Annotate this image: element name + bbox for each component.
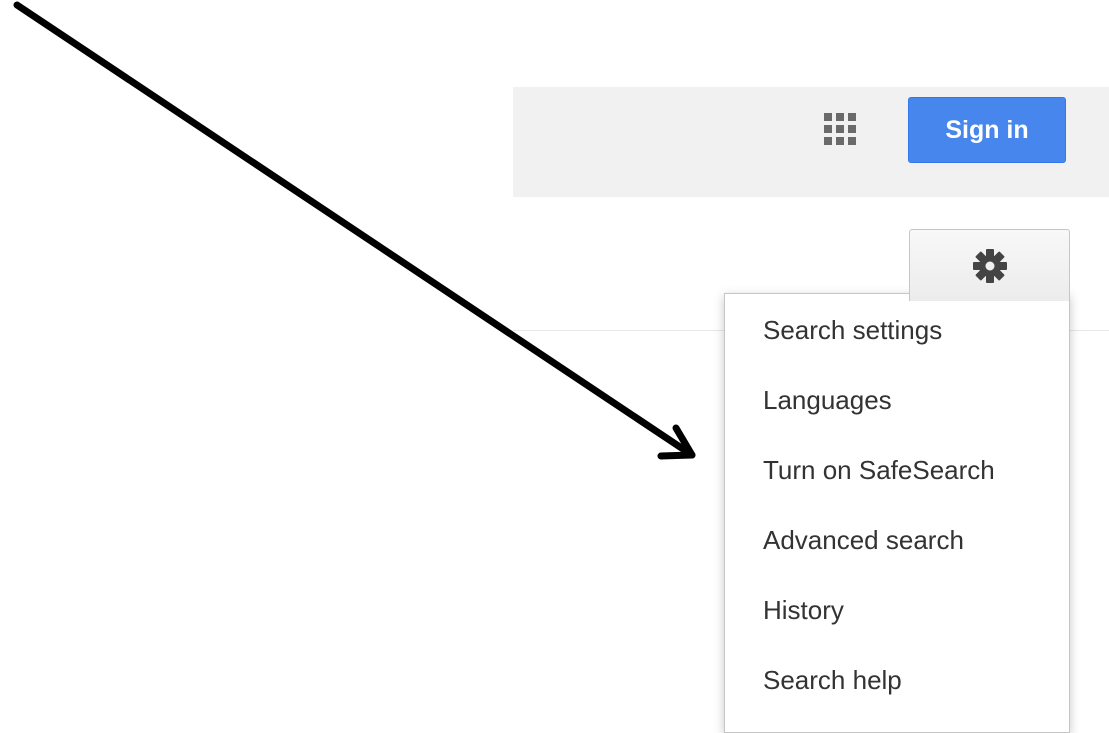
annotation-arrow bbox=[13, 1, 696, 460]
